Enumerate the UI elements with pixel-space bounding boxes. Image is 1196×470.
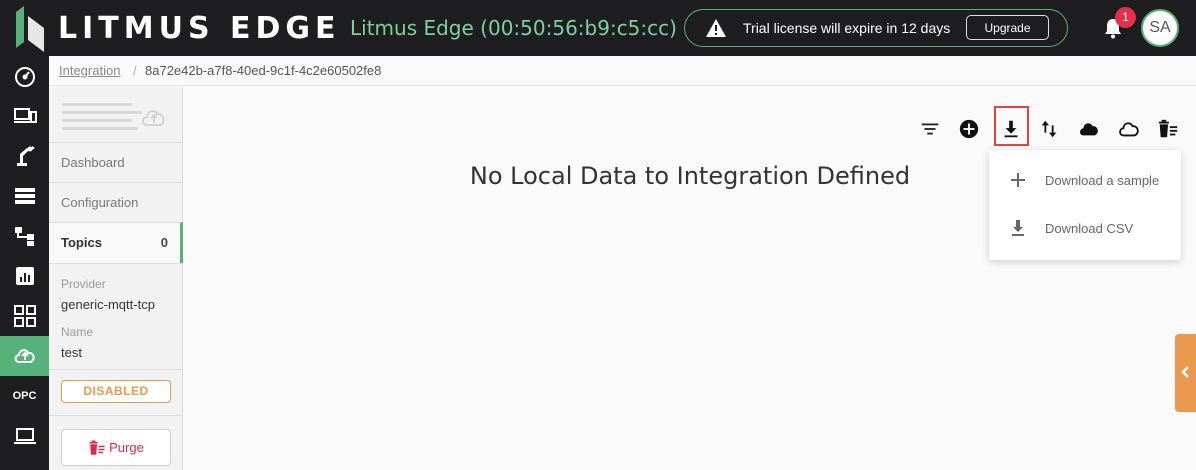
purge-label: Purge xyxy=(109,440,144,455)
device-title: Litmus Edge (00:50:56:b9:c5:cc) xyxy=(350,16,677,40)
provider-value: generic-mqtt-tcp xyxy=(61,297,155,312)
panel-nav-dashboard[interactable]: Dashboard xyxy=(49,142,183,182)
menu-item-download-csv[interactable]: Download CSV xyxy=(989,205,1181,251)
loading-skeleton-line xyxy=(62,111,142,114)
rail-item-robot[interactable] xyxy=(0,136,49,176)
divider xyxy=(49,263,183,264)
breadcrumb-separator: / xyxy=(133,63,137,78)
filter-icon xyxy=(921,123,939,135)
delete-list-icon xyxy=(1158,119,1178,138)
dashboard-icon xyxy=(14,67,35,87)
menu-item-label: Download a sample xyxy=(1045,173,1160,188)
left-nav-rail: OPC xyxy=(0,56,49,470)
topics-count: 0 xyxy=(160,235,168,250)
provider-label: Provider xyxy=(61,277,106,291)
loading-skeleton-line xyxy=(62,119,132,122)
menu-item-download-sample[interactable]: Download a sample xyxy=(989,157,1181,203)
name-label: Name xyxy=(61,325,94,339)
breadcrumb: Integration / 8a72e42b-a7f8-40ed-9c1f-4c… xyxy=(49,56,1196,86)
download-button-highlight xyxy=(994,106,1029,146)
rail-item-integration[interactable] xyxy=(0,336,49,376)
add-topic-button[interactable] xyxy=(956,116,982,142)
flow-icon xyxy=(14,227,34,246)
import-export-button[interactable] xyxy=(1036,116,1062,142)
analytics-icon xyxy=(15,267,34,285)
laptop-icon xyxy=(13,428,36,444)
litmus-logo-icon[interactable] xyxy=(14,6,46,52)
cloud-upload-icon xyxy=(14,349,35,363)
rail-item-system[interactable] xyxy=(0,416,49,456)
rail-item-opc[interactable]: OPC xyxy=(0,376,49,416)
expand-side-panel-tab[interactable] xyxy=(1175,334,1196,412)
empty-state-message: No Local Data to Integration Defined xyxy=(469,162,911,190)
rail-item-list[interactable] xyxy=(0,176,49,216)
rail-item-devices[interactable] xyxy=(0,96,49,136)
upgrade-button[interactable]: Upgrade xyxy=(966,15,1049,40)
status-badge[interactable]: DISABLED xyxy=(61,380,171,403)
opc-label: OPC xyxy=(12,390,37,402)
panel-nav-configuration[interactable]: Configuration xyxy=(49,182,183,222)
breadcrumb-current: 8a72e42b-a7f8-40ed-9c1f-4c2e60502fe8 xyxy=(145,63,382,78)
loading-skeleton-line xyxy=(62,127,138,130)
apps-grid-icon xyxy=(13,305,36,327)
purge-button[interactable]: Purge xyxy=(61,429,171,466)
rail-item-flows[interactable] xyxy=(0,216,49,256)
cloud-upload-icon xyxy=(141,110,165,126)
cloud-outline-icon xyxy=(1119,122,1139,137)
download-dropdown-menu: Download a sample Download CSV xyxy=(989,150,1181,260)
top-bar: LITMUS EDGE Litmus Edge (00:50:56:b9:c5:… xyxy=(0,0,1196,56)
filter-button[interactable] xyxy=(917,116,943,142)
cloud-filled-icon xyxy=(1080,123,1098,136)
trial-message: Trial license will expire in 12 days xyxy=(743,20,951,36)
rail-item-dashboard[interactable] xyxy=(0,56,49,96)
sort-icon xyxy=(1041,120,1057,138)
divider xyxy=(49,369,183,370)
brand-name[interactable]: LITMUS EDGE xyxy=(58,11,341,46)
chevron-left-icon xyxy=(1181,366,1189,378)
breadcrumb-integration-link[interactable]: Integration xyxy=(59,63,120,78)
loading-skeleton-line xyxy=(62,103,132,106)
add-icon xyxy=(959,119,979,139)
plus-icon xyxy=(1011,173,1025,187)
robot-arm-icon xyxy=(16,146,35,166)
list-icon xyxy=(14,188,35,204)
warning-icon xyxy=(706,19,726,37)
trial-banner: Trial license will expire in 12 days Upg… xyxy=(684,9,1068,47)
notification-badge[interactable]: 1 xyxy=(1115,7,1136,28)
cloud-sync-button[interactable] xyxy=(1076,116,1102,142)
devices-icon xyxy=(13,108,37,123)
panel-nav-label: Configuration xyxy=(61,195,139,210)
divider xyxy=(49,415,183,416)
delete-list-icon xyxy=(89,440,105,455)
name-value: test xyxy=(61,345,82,360)
download-icon xyxy=(1012,220,1024,236)
panel-nav-topics[interactable]: Topics 0 xyxy=(49,222,183,263)
menu-item-label: Download CSV xyxy=(1045,221,1134,236)
user-avatar[interactable]: SA xyxy=(1141,9,1179,47)
integration-side-panel: Dashboard Configuration Topics 0 Provide… xyxy=(49,87,183,470)
delete-all-button[interactable] xyxy=(1155,116,1181,142)
panel-nav-label: Dashboard xyxy=(61,155,125,170)
rail-item-analytics[interactable] xyxy=(0,256,49,296)
rail-item-apps[interactable] xyxy=(0,296,49,336)
panel-nav-label: Topics xyxy=(61,235,102,250)
cloud-button[interactable] xyxy=(1116,116,1142,142)
